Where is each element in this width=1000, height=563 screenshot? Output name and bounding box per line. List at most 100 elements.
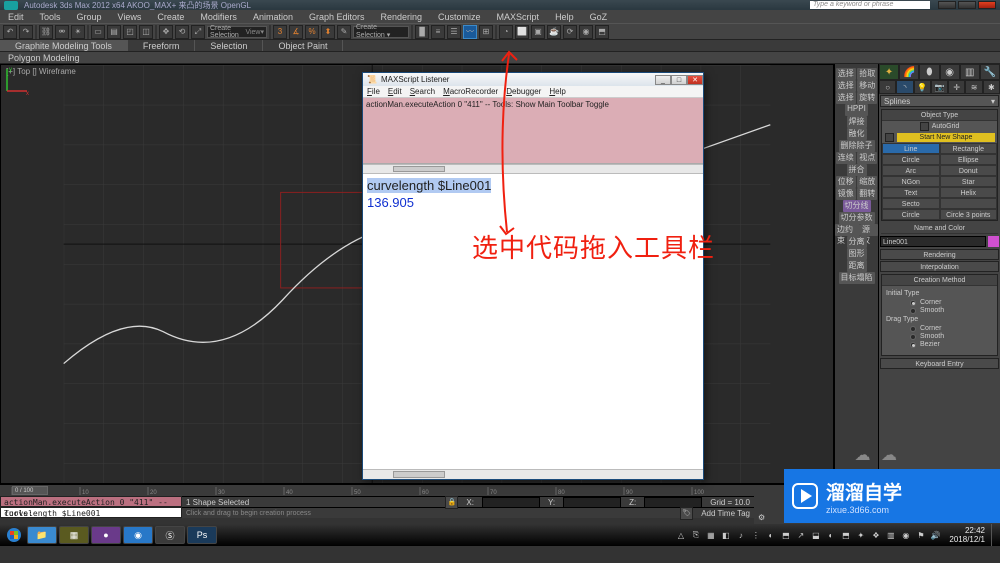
select-region-button[interactable]: ◰ bbox=[123, 25, 137, 39]
sidestrip-btn[interactable]: HPPI bbox=[845, 104, 868, 116]
sidestrip-btn[interactable]: 目标塌陷 bbox=[839, 272, 875, 284]
rendered-frame-button[interactable]: ▣ bbox=[531, 25, 545, 39]
named-selection-set[interactable]: Create Selection ▾ bbox=[353, 26, 409, 38]
listener-menu-macrorecorder[interactable]: MacroRecorder bbox=[439, 86, 502, 97]
object-name-input[interactable]: Line001 bbox=[880, 236, 986, 247]
sidestrip-btn[interactable]: 删除除子 bbox=[839, 140, 875, 152]
sidestrip-btn[interactable]: 焊接 bbox=[847, 116, 867, 128]
tray-icon[interactable]: ◐ bbox=[764, 529, 777, 542]
sidestrip-btn[interactable]: 缩放 bbox=[857, 176, 877, 188]
tray-icon[interactable]: ▦ bbox=[704, 529, 717, 542]
sidestrip-btn[interactable]: 选择 bbox=[836, 68, 856, 80]
helpers-cat[interactable]: ✛ bbox=[948, 80, 965, 94]
menu-rendering[interactable]: Rendering bbox=[373, 12, 431, 22]
drag-corner-radio[interactable] bbox=[910, 326, 916, 332]
taskbar-photoshop[interactable]: Ps bbox=[187, 526, 217, 544]
rotate-button[interactable]: ⟲ bbox=[175, 25, 189, 39]
tray-icon[interactable]: ⬒ bbox=[839, 529, 852, 542]
link-button[interactable]: ⛓ bbox=[39, 25, 53, 39]
listener-menu-search[interactable]: Search bbox=[406, 86, 439, 97]
modify-tab[interactable]: 🌈 bbox=[899, 64, 919, 80]
tray-icon[interactable]: ⚑ bbox=[914, 529, 927, 542]
shape-circle[interactable]: Circle bbox=[882, 154, 940, 165]
ribbon-tab-3[interactable]: Object Paint bbox=[263, 40, 343, 51]
tray-icon[interactable]: △ bbox=[674, 529, 687, 542]
select-object-button[interactable]: ▭ bbox=[91, 25, 105, 39]
tray-icon[interactable]: ◉ bbox=[899, 529, 912, 542]
ref-coord-dropdown[interactable]: Create SelectionView▾ bbox=[207, 26, 267, 38]
window-minimize[interactable] bbox=[938, 1, 956, 9]
keyfilters-button[interactable]: ⚙ bbox=[758, 513, 765, 522]
menu-modifiers[interactable]: Modifiers bbox=[192, 12, 245, 22]
initial-smooth-radio[interactable] bbox=[910, 308, 916, 314]
shape-arc[interactable]: Arc bbox=[882, 165, 940, 176]
listener-menu-debugger[interactable]: Debugger bbox=[502, 86, 545, 97]
render-setup-button[interactable]: ⬜ bbox=[515, 25, 529, 39]
create-tab[interactable]: ✦ bbox=[879, 64, 899, 80]
sidestrip-btn[interactable]: 选择 bbox=[836, 92, 856, 104]
taskbar-app2[interactable]: ▦ bbox=[59, 526, 89, 544]
shape-star[interactable]: Star bbox=[940, 176, 998, 187]
sidestrip-btn[interactable]: 图形 bbox=[847, 248, 867, 260]
listener-scrollbar-bottom[interactable] bbox=[363, 469, 703, 479]
render-iterative-button[interactable]: ⟳ bbox=[563, 25, 577, 39]
shape-text[interactable]: Text bbox=[882, 187, 940, 198]
taskbar-app4[interactable]: ◉ bbox=[123, 526, 153, 544]
render-button[interactable]: ☕ bbox=[547, 25, 561, 39]
drag-smooth-radio[interactable] bbox=[910, 334, 916, 340]
tray-icon[interactable]: ◐ bbox=[824, 529, 837, 542]
window-crossing-button[interactable]: ◫ bbox=[139, 25, 153, 39]
ribbon-tab-0[interactable]: Graphite Modeling Tools bbox=[0, 40, 128, 51]
move-button[interactable]: ✥ bbox=[159, 25, 173, 39]
shapes-cat[interactable]: ◝ bbox=[896, 80, 913, 94]
menu-animation[interactable]: Animation bbox=[245, 12, 301, 22]
sidestrip-btn[interactable]: 翻转 bbox=[857, 188, 877, 200]
schematic-view-button[interactable]: ⊞ bbox=[479, 25, 493, 39]
sidestrip-btn[interactable]: 连续 bbox=[836, 152, 856, 164]
lights-cat[interactable]: 💡 bbox=[914, 80, 931, 94]
layer-manager-button[interactable]: ☰ bbox=[447, 25, 461, 39]
shape-ngon[interactable]: NGon bbox=[882, 176, 940, 187]
name-color-rollout[interactable]: Name and Color bbox=[881, 223, 998, 234]
menu-tools[interactable]: Tools bbox=[32, 12, 69, 22]
sidestrip-btn[interactable]: 拼合 bbox=[847, 164, 867, 176]
sidestrip-btn[interactable]: 位移 bbox=[836, 176, 856, 188]
sidestrip-btn[interactable]: 旋转 bbox=[857, 92, 877, 104]
menu-group[interactable]: Group bbox=[69, 12, 110, 22]
menu-maxscript[interactable]: MAXScript bbox=[489, 12, 548, 22]
time-slider-handle[interactable]: 0 / 100 bbox=[12, 486, 48, 495]
curve-editor-button[interactable]: 〰 bbox=[463, 25, 477, 39]
drag-bezier-radio[interactable] bbox=[910, 342, 916, 348]
z-coord-input[interactable] bbox=[644, 497, 702, 508]
category-dropdown[interactable]: Splines▾ bbox=[880, 95, 999, 107]
scale-button[interactable]: ⤢ bbox=[191, 25, 205, 39]
tray-icon[interactable]: ♪ bbox=[734, 529, 747, 542]
sidestrip-btn[interactable]: 镜像 bbox=[836, 188, 856, 200]
object-color-swatch[interactable] bbox=[988, 236, 999, 247]
tray-icon[interactable]: ↗ bbox=[794, 529, 807, 542]
listener-minimize[interactable]: _ bbox=[655, 75, 671, 85]
percent-snap-button[interactable]: % bbox=[305, 25, 319, 39]
spacewarps-cat[interactable]: ≋ bbox=[965, 80, 982, 94]
motion-tab[interactable]: ◉ bbox=[940, 64, 960, 80]
lock-selection-icon[interactable]: 🔒 bbox=[445, 496, 458, 509]
tray-icon[interactable]: ⬓ bbox=[809, 529, 822, 542]
menu-views[interactable]: Views bbox=[110, 12, 150, 22]
object-type-rollout[interactable]: Object Type bbox=[882, 110, 997, 121]
time-tag-icon[interactable]: 🏷 bbox=[680, 507, 693, 520]
time-tag-label[interactable]: Add Time Tag bbox=[701, 509, 750, 518]
taskbar-3dsmax[interactable]: Ⓢ bbox=[155, 526, 185, 544]
x-coord-input[interactable] bbox=[482, 497, 540, 508]
menu-graph editors[interactable]: Graph Editors bbox=[301, 12, 373, 22]
listener-close[interactable]: ✕ bbox=[687, 75, 703, 85]
utilities-tab[interactable]: 🔧 bbox=[980, 64, 1000, 80]
shape-donut[interactable]: Donut bbox=[940, 165, 998, 176]
show-desktop-button[interactable] bbox=[991, 524, 997, 546]
menu-goz[interactable]: GoZ bbox=[582, 12, 616, 22]
ribbon-tab-1[interactable]: Freeform bbox=[128, 40, 196, 51]
sidestrip-btn[interactable]: 选择 bbox=[836, 80, 856, 92]
unlink-button[interactable]: ⚮ bbox=[55, 25, 69, 39]
shape-ellipse[interactable]: Ellipse bbox=[940, 154, 998, 165]
sidestrip-btn[interactable]: 移动 bbox=[857, 80, 877, 92]
select-by-name-button[interactable]: ▤ bbox=[107, 25, 121, 39]
